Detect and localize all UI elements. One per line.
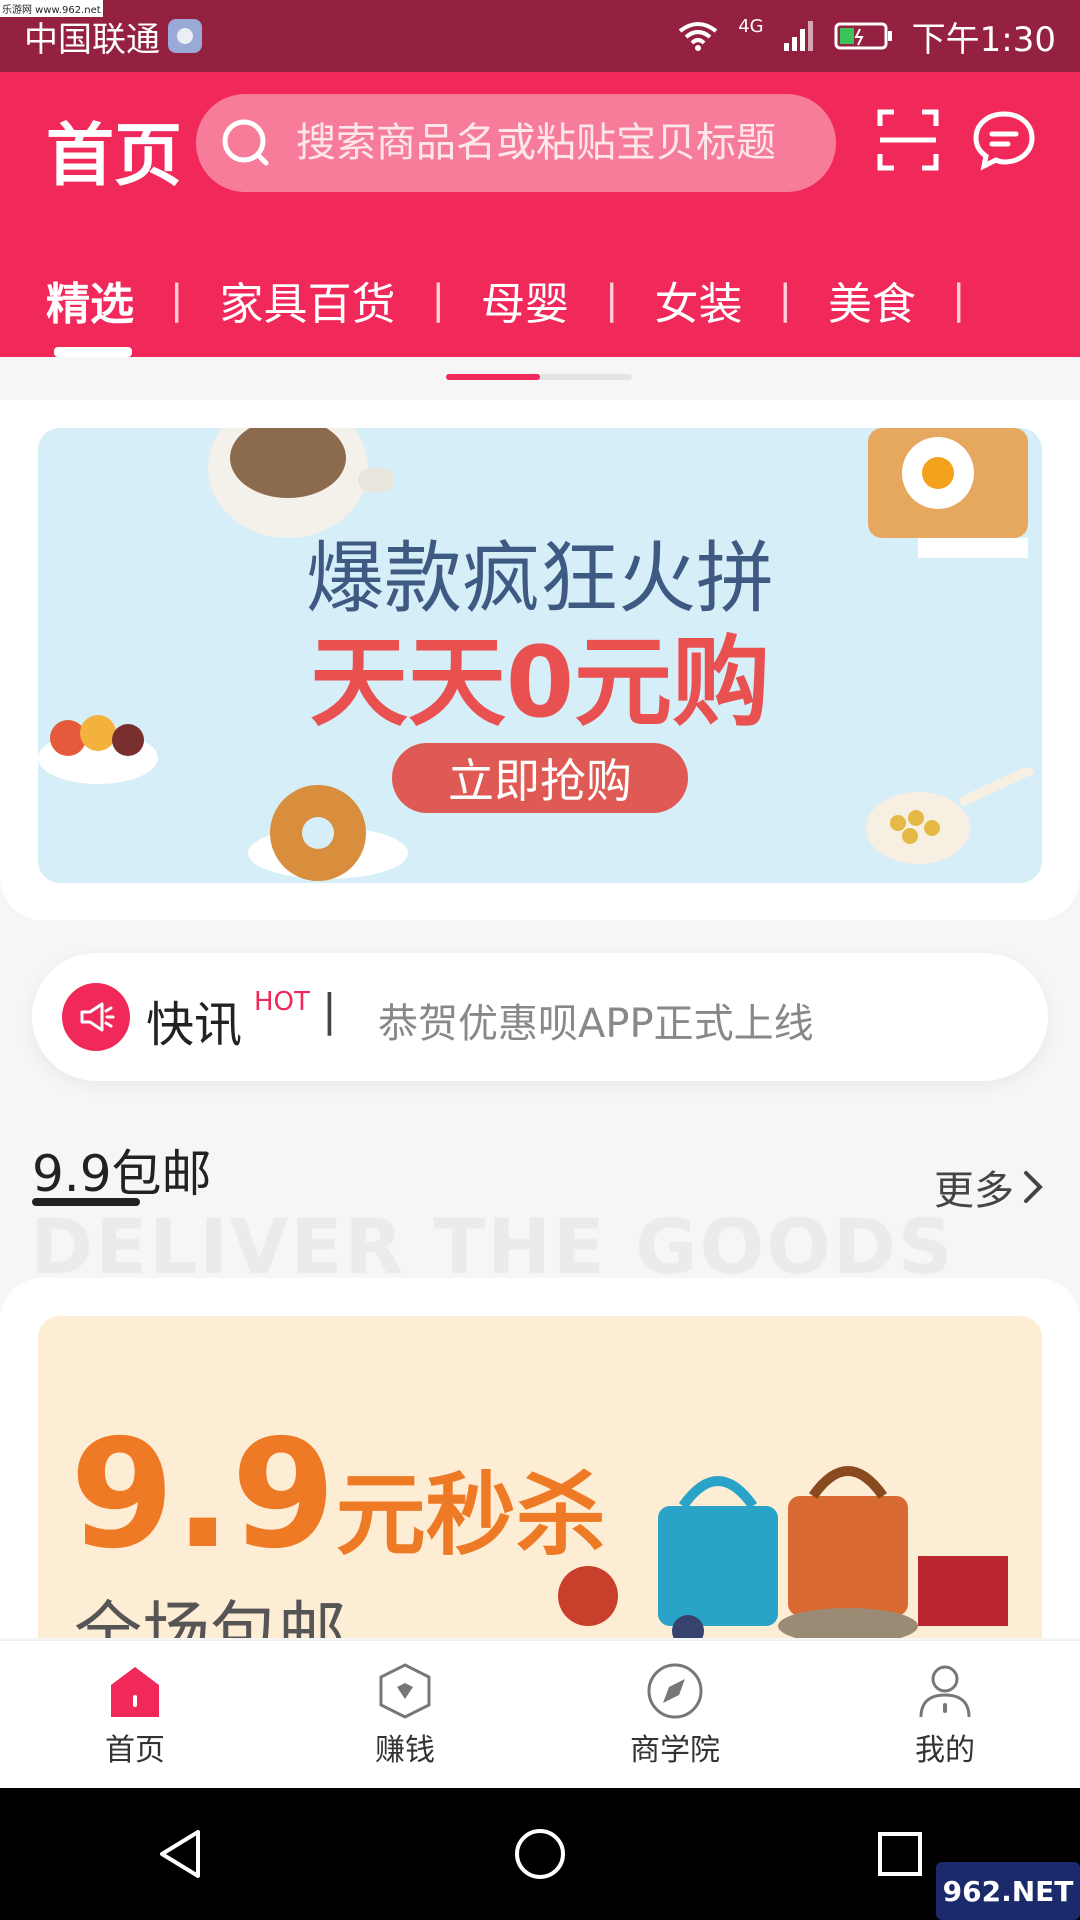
signal-icon [783,21,813,51]
donut-image [248,785,408,881]
news-separator: | [322,985,337,1036]
home-system-button[interactable] [500,1814,580,1894]
megaphone-icon [62,983,130,1051]
nav-earn-label: 赚钱 [375,1732,435,1768]
nav-profile-label: 我的 [915,1732,975,1768]
status-left: 中国联通 [24,12,202,61]
nav-home[interactable]: 首页 [35,1661,235,1769]
status-bar: 乐游网 www.962.net 中国联通 4G 下午1:30 [0,0,1080,72]
tab-separator: | [778,277,792,323]
carousel-pager [446,374,632,380]
app-screen: 乐游网 www.962.net 中国联通 4G 下午1:30 首页 搜索商品名或… [0,0,1080,1920]
carrier-icon [168,19,202,53]
more-link[interactable]: 更多 [934,1158,1044,1216]
buy-now-button[interactable]: 立即抢购 [392,743,688,813]
carrier-name: 中国联通 [24,19,160,60]
hot-badge: HOT [254,987,310,1017]
message-icon[interactable] [972,108,1036,172]
watermark-label: 乐游网 www.962.net [0,0,103,17]
tab-featured[interactable]: 精选 [46,268,134,332]
products-image [558,1466,1008,1638]
recents-button[interactable] [860,1814,940,1894]
home-icon [111,1666,159,1717]
chevron-right-icon [1024,1171,1043,1203]
clock: 下午1:30 [911,19,1056,60]
active-tab-indicator [54,347,132,357]
tab-baby[interactable]: 母婴 [481,268,569,332]
tab-separator: | [604,277,619,323]
flash-sale-title: 9.9元秒杀 [70,1408,606,1582]
tab-separator: | [431,277,445,323]
section-title: 9.9包邮 [32,1145,212,1203]
nav-home-label: 首页 [105,1732,165,1768]
network-type: 4G [738,15,764,37]
tab-women[interactable]: 女装 [654,268,742,332]
search-icon [222,119,269,166]
status-right: 4G 下午1:30 [676,12,1056,61]
nav-academy-label: 商学院 [630,1732,720,1768]
category-tabs: 精选 | 家具百货 | 母婴 | 女装 | 美食 | [0,250,1080,350]
search-input[interactable] [274,94,836,192]
search-bar[interactable] [196,94,836,192]
back-triangle-icon [160,1830,200,1878]
diamond-icon [379,1662,431,1719]
header: 首页 精选 | 家具百货 | 母婴 | 女装 [0,72,1080,357]
tab-home-goods[interactable]: 家具百货 [219,268,395,332]
banner-subheadline: 天天0元购 [309,626,771,740]
recents-square-icon [878,1832,922,1876]
news-title: 快讯 [146,997,243,1053]
bottom-navigation: 首页 赚钱 商学院 我的 [0,1640,1080,1788]
flash-sale-subtitle: 全场包邮 [74,1595,347,1638]
battery-icon [834,22,892,50]
promo-card: 9.9元秒杀 全场包邮 [0,1278,1080,1638]
user-icon [919,1665,971,1717]
back-button[interactable] [140,1814,220,1894]
nav-profile[interactable]: 我的 [845,1661,1045,1769]
tab-separator: | [951,277,966,323]
flash-sale-banner[interactable]: 9.9元秒杀 全场包邮 [38,1316,1042,1638]
news-ticker[interactable]: 快讯 HOT | 恭贺优惠呗APP正式上线 [32,953,1048,1081]
wifi-icon [679,22,718,51]
site-logo: 962.NET [936,1862,1080,1920]
tab-food[interactable]: 美食 [828,268,916,332]
carousel-pager-active [446,374,540,380]
more-label: 更多 [934,1168,1014,1214]
banner-card: 爆款疯狂火拼 天天0元购 立即抢购 [0,400,1080,920]
scan-icon[interactable] [876,108,940,172]
home-circle-icon [515,1829,565,1879]
flash-sale-price: 9.9 [70,1408,336,1582]
compass-icon [647,1663,703,1718]
beans-spoon-image [866,768,1035,864]
page-title: 首页 [46,117,183,196]
news-message[interactable]: 恭贺优惠呗APP正式上线 [378,991,814,1049]
nav-academy[interactable]: 商学院 [575,1661,775,1769]
nav-earn[interactable]: 赚钱 [305,1661,505,1769]
tab-separator: | [170,277,184,323]
promo-banner[interactable]: 爆款疯狂火拼 天天0元购 立即抢购 [38,428,1042,883]
system-navigation-bar [0,1788,1080,1920]
section-underline [32,1198,140,1206]
